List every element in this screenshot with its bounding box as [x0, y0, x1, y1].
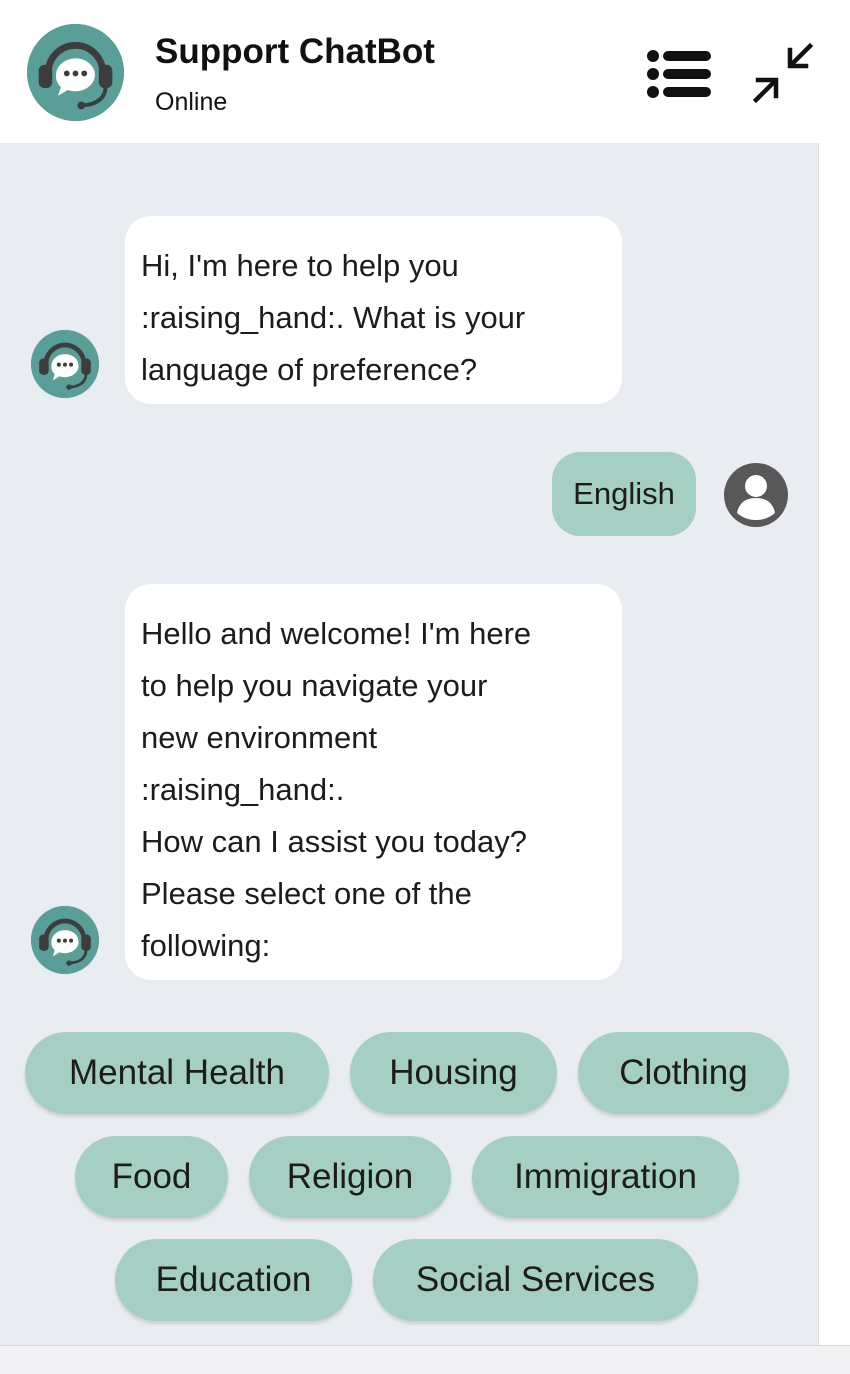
message-text-line: How can I assist you today? — [141, 824, 527, 859]
bot-message-bubble: Hello and welcome! I'm here to help you … — [125, 584, 622, 980]
message-text-line: following: — [141, 928, 271, 963]
option-food-button[interactable]: Food — [75, 1136, 228, 1218]
option-social-services-button[interactable]: Social Services — [373, 1239, 698, 1321]
headset-chat-icon — [27, 24, 124, 121]
message-text-line: :raising_hand:. — [141, 772, 345, 807]
option-immigration-button[interactable]: Immigration — [472, 1136, 739, 1218]
message-text-line: Hi, I'm here to help you — [141, 248, 459, 283]
user-avatar-icon — [724, 463, 788, 527]
minimize-arrows-icon — [752, 42, 814, 104]
chatbot-title: Support ChatBot — [155, 32, 435, 71]
message-text-line: :raising_hand:. What is your — [141, 300, 526, 335]
user-message-bubble: English — [552, 452, 696, 536]
option-education-button[interactable]: Education — [115, 1239, 352, 1321]
list-icon — [647, 50, 711, 98]
option-religion-button[interactable]: Religion — [249, 1136, 451, 1218]
scrollbar-track[interactable] — [818, 143, 850, 1345]
bot-message-bubble: Hi, I'm here to help you :raising_hand:.… — [125, 216, 622, 404]
menu-button[interactable] — [645, 48, 715, 100]
option-clothing-button[interactable]: Clothing — [578, 1032, 789, 1114]
message-text-line: to help you navigate your — [141, 668, 488, 703]
chatbot-widget: Support ChatBot Online Hi, I'm here to h… — [0, 0, 850, 1374]
message-text-line: new environment — [141, 720, 378, 755]
message-text-line: Hello and welcome! I'm here — [141, 616, 532, 651]
window-bottom-edge — [0, 1345, 850, 1374]
message-text-line: language of preference? — [141, 352, 478, 387]
bot-avatar-icon — [31, 330, 99, 398]
option-housing-button[interactable]: Housing — [350, 1032, 557, 1114]
minimize-button[interactable] — [748, 40, 818, 106]
message-text-line: Please select one of the — [141, 876, 472, 911]
online-status: Online — [155, 88, 228, 116]
bot-avatar-icon — [31, 906, 99, 974]
chat-header: Support ChatBot Online — [0, 0, 850, 143]
option-mental-health-button[interactable]: Mental Health — [25, 1032, 329, 1114]
